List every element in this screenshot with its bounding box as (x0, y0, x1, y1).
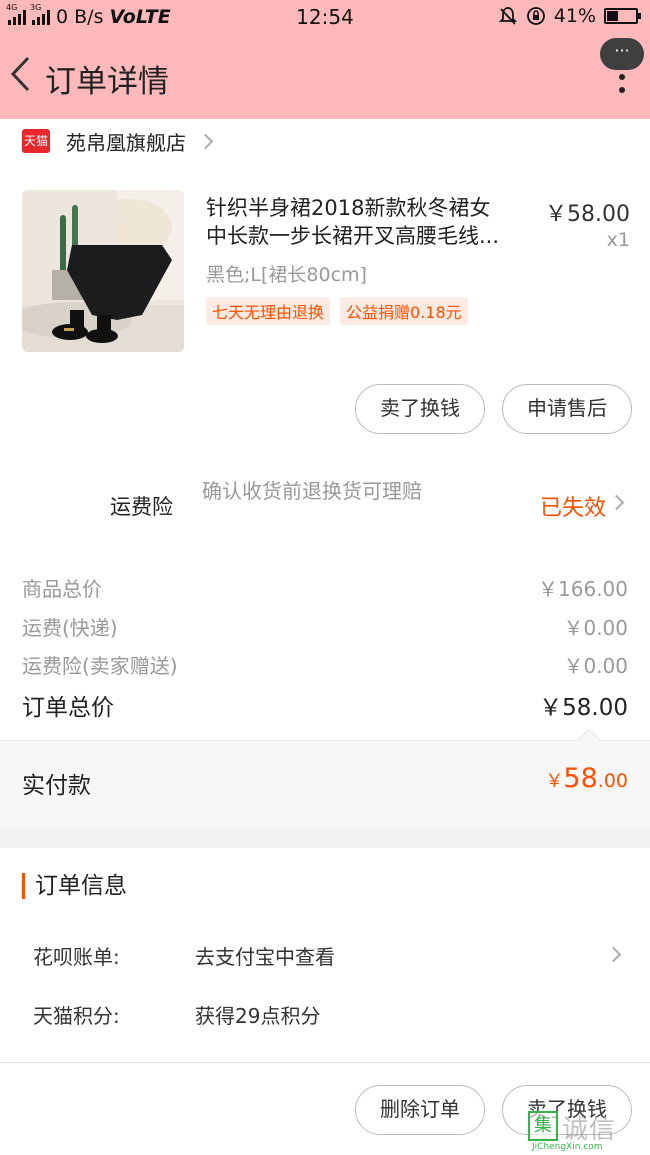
status-right: 41% (498, 5, 641, 27)
product-title[interactable]: 针织半身裙2018新款秋冬裙女 中长款一步长裙开叉高腰毛线... (206, 194, 531, 250)
info-key: 天猫积分: (33, 1004, 120, 1028)
paid-decimal: .00 (597, 770, 628, 792)
bottom-action-bar: 删除订单 卖了换钱 集 诚信 JiChengXin.com (0, 1062, 650, 1155)
tag-charity: 公益捐赠0.18元 (340, 297, 468, 325)
page-title: 订单详情 (45, 64, 169, 100)
cost-label: 运费险(卖家赠送) (22, 654, 178, 678)
status-bar: 4G 3G 0 B/s VoLTE 12:54 41% (0, 0, 650, 34)
nav-header: 订单详情 ··· (0, 34, 650, 119)
paid-label: 实付款 (22, 773, 91, 799)
back-arrow-icon[interactable] (8, 54, 34, 94)
order-total-row: 订单总价 ￥58.00 (22, 688, 628, 722)
cost-row-goods: 商品总价 ￥166.00 (22, 573, 628, 602)
more-dots-icon[interactable] (619, 74, 625, 94)
product-title-line2: 中长款一步长裙开叉高腰毛线... (206, 224, 500, 248)
battery-percent: 41% (553, 5, 596, 27)
order-info-title: 订单信息 (22, 873, 127, 899)
more-menu-button[interactable]: ··· (600, 38, 644, 94)
info-value: 去支付宝中查看 (195, 945, 335, 969)
store-row[interactable]: 天猫 苑帛凰旗舰店 (0, 119, 650, 163)
product-thumbnail[interactable] (22, 190, 184, 352)
info-value: 获得29点积分 (195, 1004, 321, 1028)
order-total-value: ￥58.00 (539, 695, 628, 721)
product-title-line1: 针织半身裙2018新款秋冬裙女 (206, 196, 491, 220)
product-image (22, 190, 184, 352)
battery-fill (607, 11, 618, 21)
cost-label: 运费(快递) (22, 616, 118, 640)
mute-bell-icon (498, 7, 517, 25)
product-quantity: x1 (606, 229, 630, 251)
tmall-logo: 天猫 (22, 129, 50, 153)
paid-integer: 58 (563, 763, 598, 794)
cost-row-shipping: 运费(快递) ￥0.00 (22, 612, 628, 641)
product-sku: 黑色;L[裙长80cm] (206, 264, 367, 286)
after-sale-button[interactable]: 申请售后 (502, 384, 632, 434)
shipping-insurance-desc: 确认收货前退换货可理赔 (202, 479, 422, 503)
chevron-right-icon (197, 133, 214, 149)
cost-value: ￥166.00 (538, 577, 628, 601)
cost-label: 商品总价 (22, 577, 102, 601)
shipping-insurance-status[interactable]: 已失效 (540, 490, 606, 522)
sell-exchange-button[interactable]: 卖了换钱 (355, 384, 485, 434)
rotation-lock-icon (526, 7, 545, 25)
cost-value: ￥0.00 (563, 654, 628, 678)
product-tags: 七天无理由退换 公益捐赠0.18元 (206, 297, 468, 325)
chevron-right-icon[interactable] (605, 946, 622, 963)
shipping-insurance-label: 运费险 (110, 495, 173, 519)
info-key: 花呗账单: (33, 945, 120, 969)
chevron-right-icon[interactable] (608, 494, 625, 511)
watermark-text: 诚信 (562, 1115, 617, 1145)
cost-row-insurance: 运费险(卖家赠送) ￥0.00 (22, 650, 628, 679)
paid-amount-box: 实付款 ￥58.00 (0, 728, 650, 826)
watermark-url: JiChengXin.com (532, 1142, 603, 1152)
watermark: 集 诚信 JiChengXin.com (528, 1109, 646, 1153)
product-price: ￥58.00 (545, 202, 630, 227)
battery-icon (604, 8, 641, 24)
notch (577, 728, 601, 752)
cost-value: ￥0.00 (563, 616, 628, 640)
store-name[interactable]: 苑帛凰旗舰店 (66, 127, 186, 156)
watermark-logo: 集 (528, 1111, 558, 1141)
more-bubble[interactable]: ··· (600, 38, 644, 70)
order-total-label: 订单总价 (22, 695, 114, 721)
paid-currency: ￥ (545, 771, 564, 792)
section-divider (0, 826, 650, 848)
tag-return-policy: 七天无理由退换 (206, 297, 331, 325)
delete-order-button[interactable]: 删除订单 (355, 1085, 485, 1135)
paid-value: ￥58.00 (545, 763, 628, 794)
